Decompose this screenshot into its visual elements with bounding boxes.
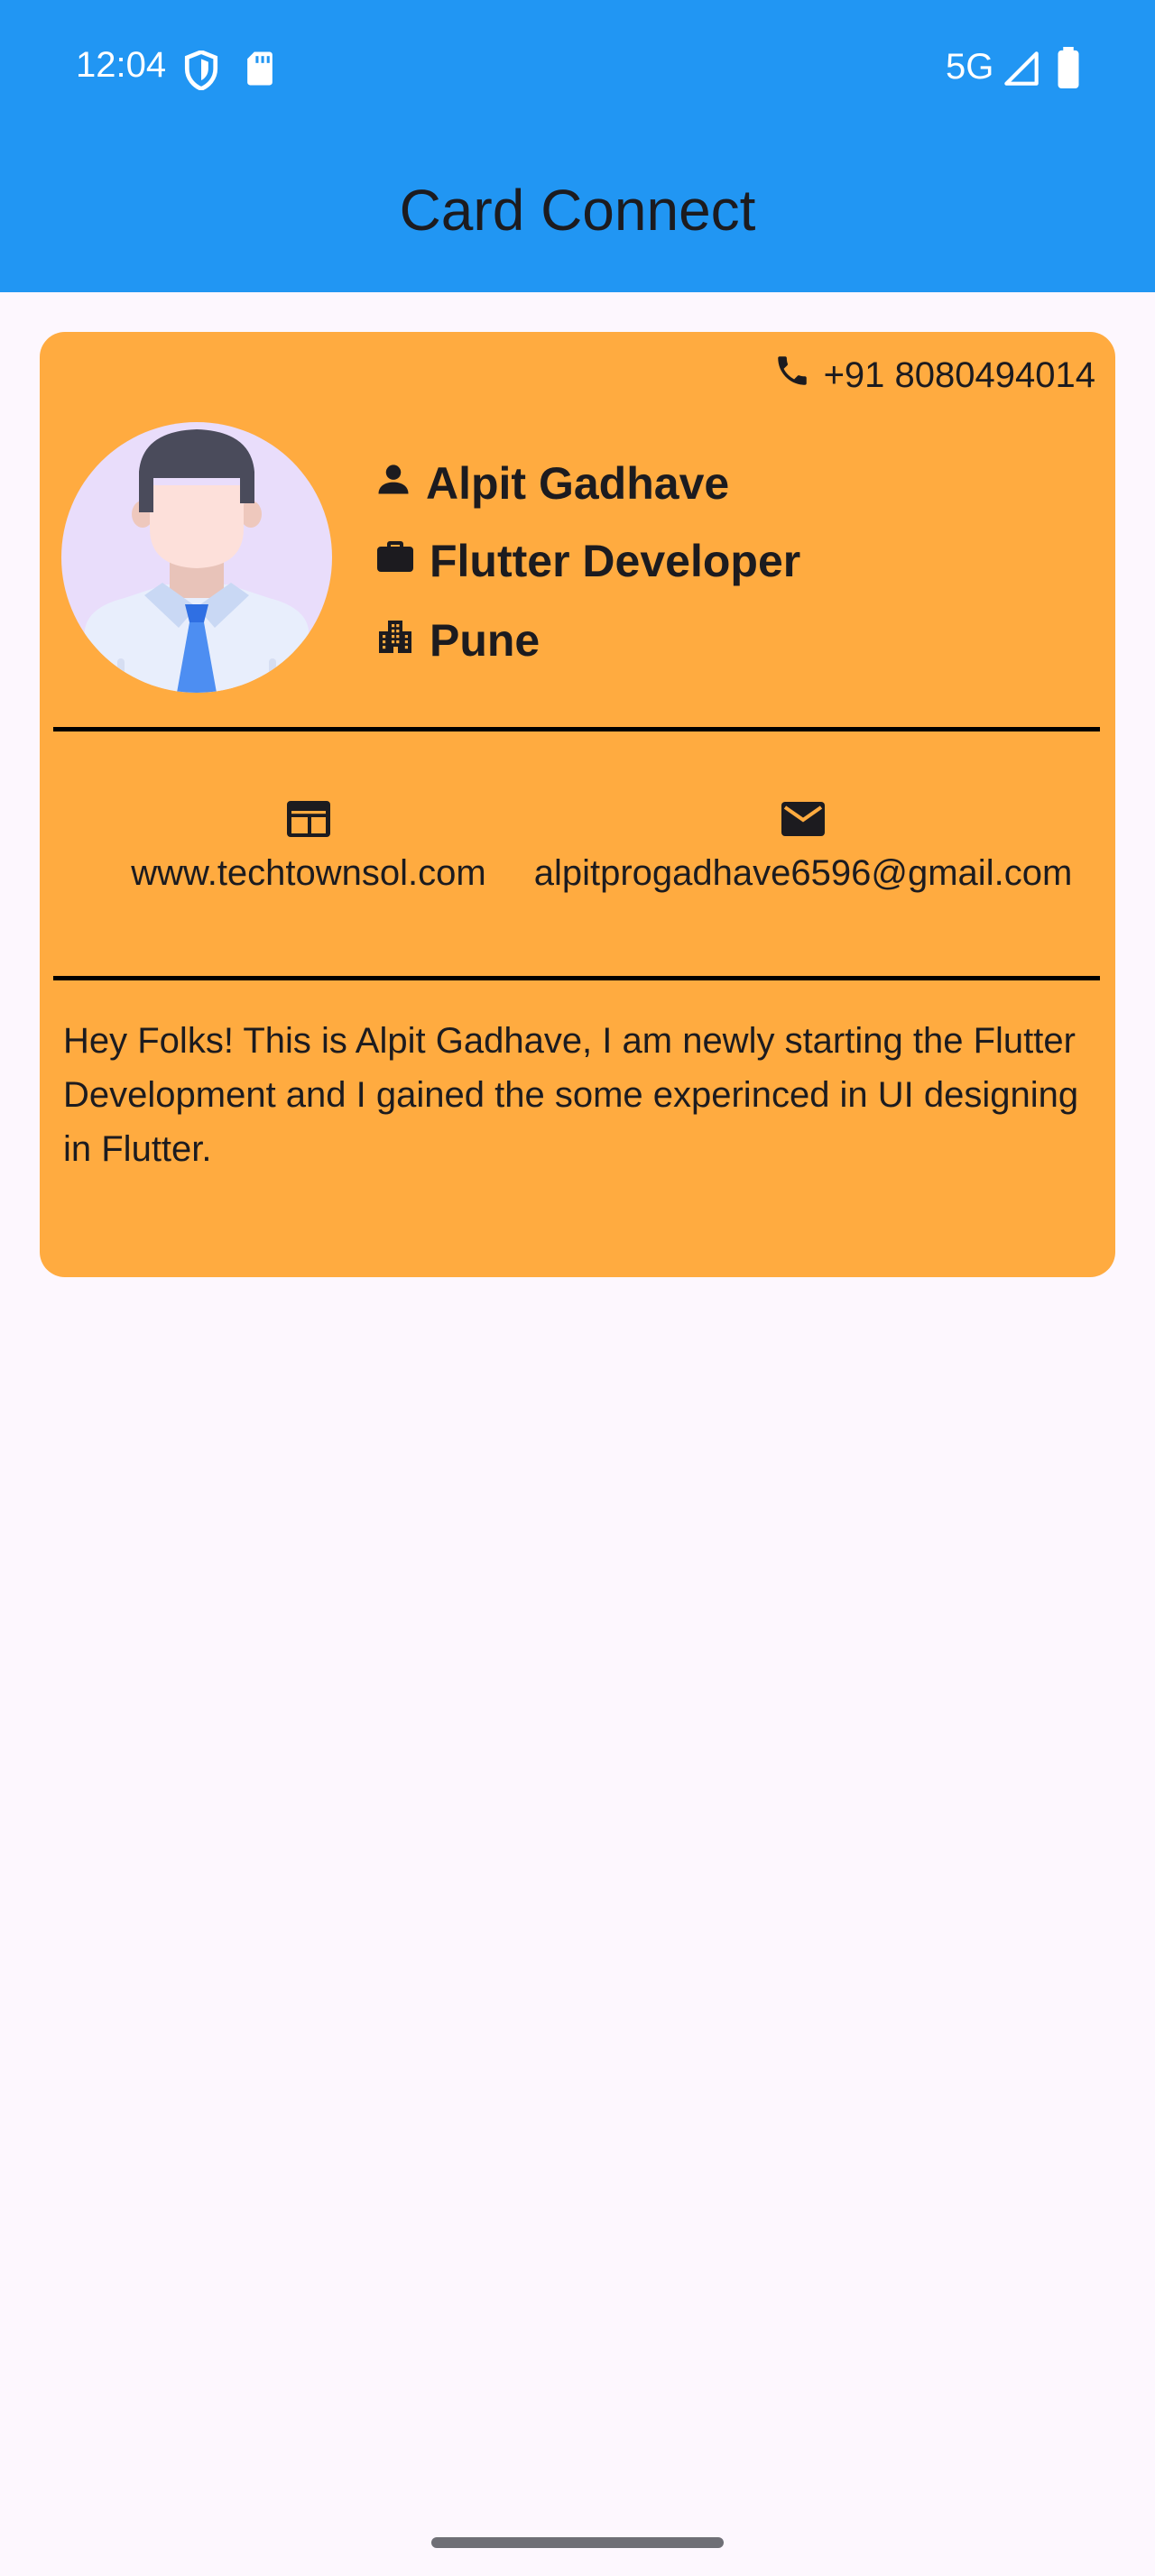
city-icon xyxy=(374,613,417,667)
name-row: Alpit Gadhave xyxy=(374,455,729,512)
page-title: Card Connect xyxy=(399,178,756,243)
app-bar: 12:04 5G Card Connect xyxy=(0,0,1155,292)
city-row: Pune xyxy=(374,612,540,669)
role-label: Flutter Developer xyxy=(430,536,801,586)
about-text: Hey Folks! This is Alpit Gadhave, I am n… xyxy=(63,1021,1079,1169)
email-label: alpitprogadhave6596@gmail.com xyxy=(533,853,1073,893)
website-label: www.techtownsol.com xyxy=(131,853,486,893)
signal-icon xyxy=(1003,51,1040,91)
phone-label: +91 8080494014 xyxy=(823,354,1095,395)
shield-icon xyxy=(184,50,218,95)
battery-icon xyxy=(1056,47,1081,93)
city-label: Pune xyxy=(430,615,541,666)
business-card: +91 8080494014 Alpit Gadhave Flutter Dev… xyxy=(40,332,1115,1277)
web-icon xyxy=(285,797,332,841)
role-row: Flutter Developer xyxy=(374,532,800,590)
phone-number[interactable]: +91 8080494014 xyxy=(773,352,1095,399)
status-time: 12:04 xyxy=(76,45,167,85)
website-link[interactable]: www.techtownsol.com xyxy=(69,797,549,894)
briefcase-icon xyxy=(374,534,417,588)
person-icon xyxy=(374,457,413,510)
phone-icon xyxy=(773,352,811,399)
divider-bottom xyxy=(53,976,1100,980)
sd-card-icon xyxy=(245,51,274,91)
avatar xyxy=(61,422,332,693)
home-indicator[interactable] xyxy=(431,2537,724,2548)
network-type: 5G xyxy=(946,47,994,87)
name-label: Alpit Gadhave xyxy=(426,458,730,509)
email-icon xyxy=(780,797,827,841)
email-link[interactable]: alpitprogadhave6596@gmail.com xyxy=(491,797,1115,894)
status-bar: 12:04 5G xyxy=(0,0,1155,135)
divider-top xyxy=(53,727,1100,731)
